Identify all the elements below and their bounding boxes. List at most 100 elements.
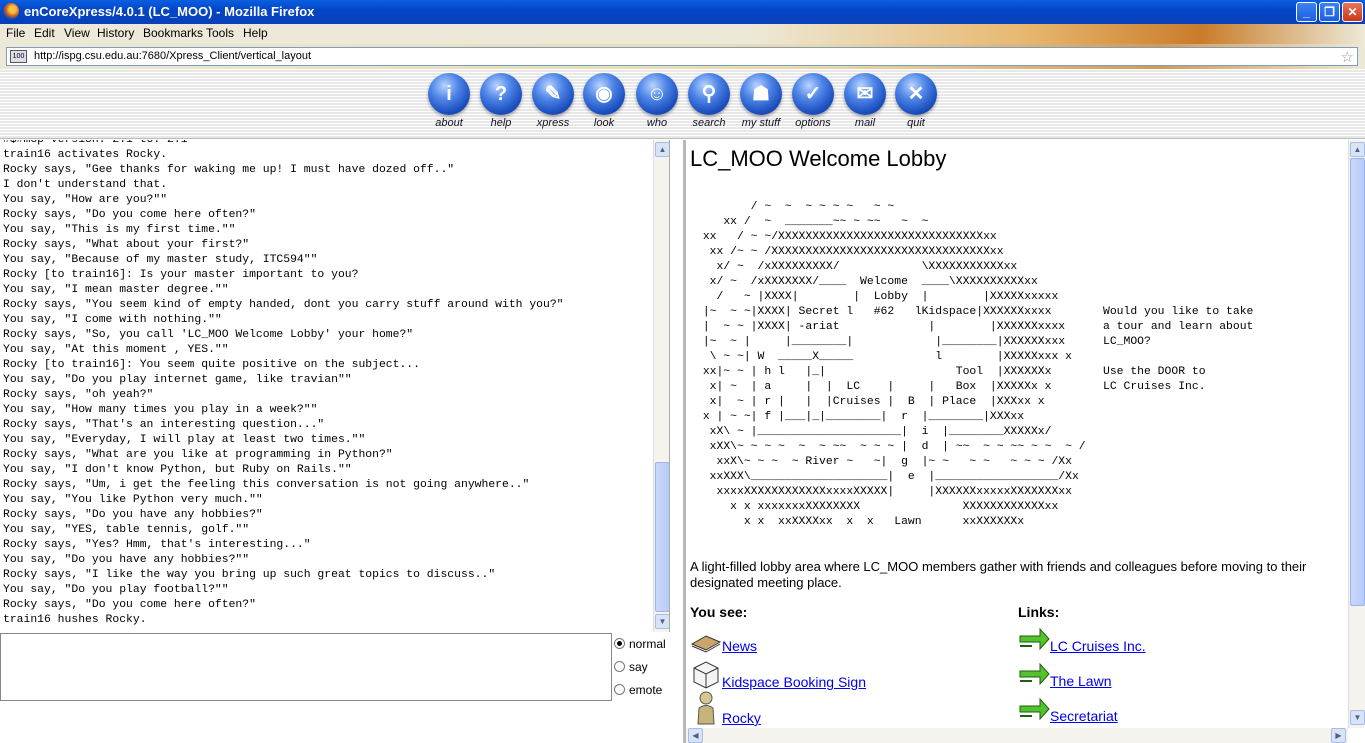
news-link[interactable]: News xyxy=(722,638,757,654)
transcript-line: Rocky says, "What about your first?" xyxy=(3,239,250,251)
transcript-line: You say, "I mean master degree."" xyxy=(3,284,229,296)
room-scrollbar[interactable]: ▲ ▼ xyxy=(1348,140,1365,728)
command-input[interactable] xyxy=(0,633,612,701)
object-kidspace-booking-sign[interactable]: Kidspace Booking Sign xyxy=(690,658,866,690)
object-rocky[interactable]: Rocky xyxy=(690,690,761,726)
menu-bar: File Edit View History Bookmarks Tools H… xyxy=(0,24,1365,44)
arrow-link-icon xyxy=(1019,662,1050,686)
transcript-line: train16 activates Rocky. xyxy=(3,149,168,161)
minimize-button[interactable]: _ xyxy=(1296,2,1317,22)
transcript-line: You say, "Do you play football?"" xyxy=(3,584,229,596)
mode-normal-label: normal xyxy=(629,637,666,651)
transcript-line: You say, "How many times you play in a w… xyxy=(3,404,318,416)
menu-tools[interactable]: Tools xyxy=(206,26,234,40)
bookmark-star-icon[interactable]: ☆ xyxy=(1341,48,1354,66)
rocky-link[interactable]: Rocky xyxy=(722,710,761,726)
lc-cruises-link[interactable]: LC Cruises Inc. xyxy=(1050,638,1146,654)
window-title-bar[interactable]: enCoreXpress/4.0.1 (LC_MOO) - Mozilla Fi… xyxy=(0,0,1365,24)
transcript-log: #$#mcp version: 2.1 to: 2.1 train16 activ… xyxy=(3,140,653,628)
who-button[interactable]: ☺ who xyxy=(634,73,680,133)
firefox-logo-icon xyxy=(3,3,19,19)
menu-bookmarks[interactable]: Bookmarks xyxy=(143,26,203,40)
newspaper-icon xyxy=(690,635,722,653)
transcript-line: Rocky says, "I like the way you bring up… xyxy=(3,569,496,581)
who-label: who xyxy=(646,117,668,129)
object-news[interactable]: News xyxy=(690,630,757,654)
transcript-line: You say, "At this moment , YES."" xyxy=(3,344,229,356)
scroll-up-icon[interactable]: ▲ xyxy=(655,142,669,157)
menu-edit[interactable]: Edit xyxy=(34,26,55,40)
menu-view[interactable]: View xyxy=(64,26,90,40)
site-identity-icon[interactable]: 100 xyxy=(10,50,27,63)
transcript-scroll-thumb[interactable] xyxy=(655,462,669,612)
transcript-line: You say, "I don't know Python, but Ruby … xyxy=(3,464,352,476)
transcript-line: You say, "Do you have any hobbies?"" xyxy=(3,554,250,566)
options-button[interactable]: ✓ options xyxy=(790,73,836,133)
transcript-line: Rocky says, "Um, i get the feeling this … xyxy=(3,479,530,491)
menu-history[interactable]: History xyxy=(97,26,134,40)
url-text[interactable]: http://ispg.csu.edu.au:7680/Xpress_Clien… xyxy=(34,50,311,62)
transcript-line: Rocky [to train16]: Is your master impor… xyxy=(3,269,359,281)
mode-emote-label: emote xyxy=(629,683,663,697)
scroll-up-icon[interactable]: ▲ xyxy=(1350,142,1365,157)
transcript-scrollbar[interactable]: ▲ ▼ xyxy=(653,140,669,632)
radio-unselected-icon xyxy=(614,661,625,672)
room-scroll-thumb[interactable] xyxy=(1350,158,1365,606)
transcript-line: You say, "You like Python very much."" xyxy=(3,494,263,506)
help-icon: ? xyxy=(480,73,522,115)
about-button[interactable]: i about xyxy=(426,73,472,133)
scroll-down-icon[interactable]: ▼ xyxy=(655,614,669,629)
menu-file[interactable]: File xyxy=(6,26,25,40)
scroll-left-icon[interactable]: ◀ xyxy=(688,728,703,743)
help-label: help xyxy=(490,117,512,129)
mail-icon: ✉ xyxy=(844,73,886,115)
arrow-link-icon xyxy=(1019,627,1050,651)
look-label: look xyxy=(593,117,615,129)
transcript-line: Rocky says, "Do you come here often?" xyxy=(3,599,256,611)
mail-button[interactable]: ✉ mail xyxy=(842,73,888,133)
mode-say-radio[interactable]: say xyxy=(614,660,648,674)
close-button[interactable]: ✕ xyxy=(1342,2,1363,22)
transcript-line: You say, "I come with nothing."" xyxy=(3,314,222,326)
kidspace-booking-sign-link[interactable]: Kidspace Booking Sign xyxy=(722,674,866,690)
mail-label: mail xyxy=(854,117,876,129)
search-label: search xyxy=(692,117,726,129)
scroll-right-icon[interactable]: ▶ xyxy=(1331,728,1346,743)
quit-button[interactable]: ✕ quit xyxy=(893,73,939,133)
the-lawn-link[interactable]: The Lawn xyxy=(1050,673,1111,689)
exit-lc-cruises[interactable]: LC Cruises Inc. xyxy=(1018,624,1146,654)
restore-button[interactable]: ❐ xyxy=(1319,2,1340,22)
help-button[interactable]: ? help xyxy=(478,73,524,133)
people-icon: ☺ xyxy=(636,73,678,115)
transcript-line: You say, "Do you play internet game, lik… xyxy=(3,374,352,386)
mode-emote-radio[interactable]: emote xyxy=(614,683,662,697)
look-button[interactable]: ◉ look xyxy=(581,73,627,133)
quill-icon: ✎ xyxy=(532,73,574,115)
transcript-line: Rocky says, "Do you have any hobbies?" xyxy=(3,509,263,521)
transcript-line: Rocky says, "So, you call 'LC_MOO Welcom… xyxy=(3,329,414,341)
search-button[interactable]: ⚲ search xyxy=(686,73,732,133)
transcript-line: Rocky [to train16]: You seem quite posit… xyxy=(3,359,420,371)
room-description: A light-filled lobby area where LC_MOO m… xyxy=(690,559,1307,590)
transcript-line: I don't understand that. xyxy=(3,179,168,191)
xpress-button[interactable]: ✎ xpress xyxy=(530,73,576,133)
bag-icon: ☗ xyxy=(740,73,782,115)
scroll-down-icon[interactable]: ▼ xyxy=(1350,710,1365,725)
menu-help[interactable]: Help xyxy=(243,26,268,40)
url-field[interactable]: 100 http://ispg.csu.edu.au:7680/Xpress_C… xyxy=(6,47,1358,66)
transcript-line: Rocky says, "Gee thanks for waking me up… xyxy=(3,164,455,176)
mode-normal-radio[interactable]: normal xyxy=(614,637,666,651)
transcript-line: You say, "Everyday, I will play at least… xyxy=(3,434,366,446)
exit-the-lawn[interactable]: The Lawn xyxy=(1018,659,1111,689)
magnifier-icon: ⚲ xyxy=(688,73,730,115)
secretariat-link[interactable]: Secretariat xyxy=(1050,708,1118,724)
transcript-line: Rocky says, "What are you like at progra… xyxy=(3,449,393,461)
my-stuff-button[interactable]: ☗ my stuff xyxy=(738,73,784,133)
xpress-toolbar: i about ? help ✎ xpress ◉ look ☺ who ⚲ s… xyxy=(0,69,1365,139)
xpress-label: xpress xyxy=(536,117,570,129)
transcript-pane[interactable]: #$#mcp version: 2.1 to: 2.1 train16 activ… xyxy=(0,140,670,632)
room-title: LC_MOO Welcome Lobby xyxy=(690,146,947,171)
my-stuff-label: my stuff xyxy=(741,117,781,129)
room-horizontal-scrollbar[interactable]: ◀ ▶ xyxy=(686,728,1348,743)
exit-secretariat[interactable]: Secretariat xyxy=(1018,694,1118,724)
